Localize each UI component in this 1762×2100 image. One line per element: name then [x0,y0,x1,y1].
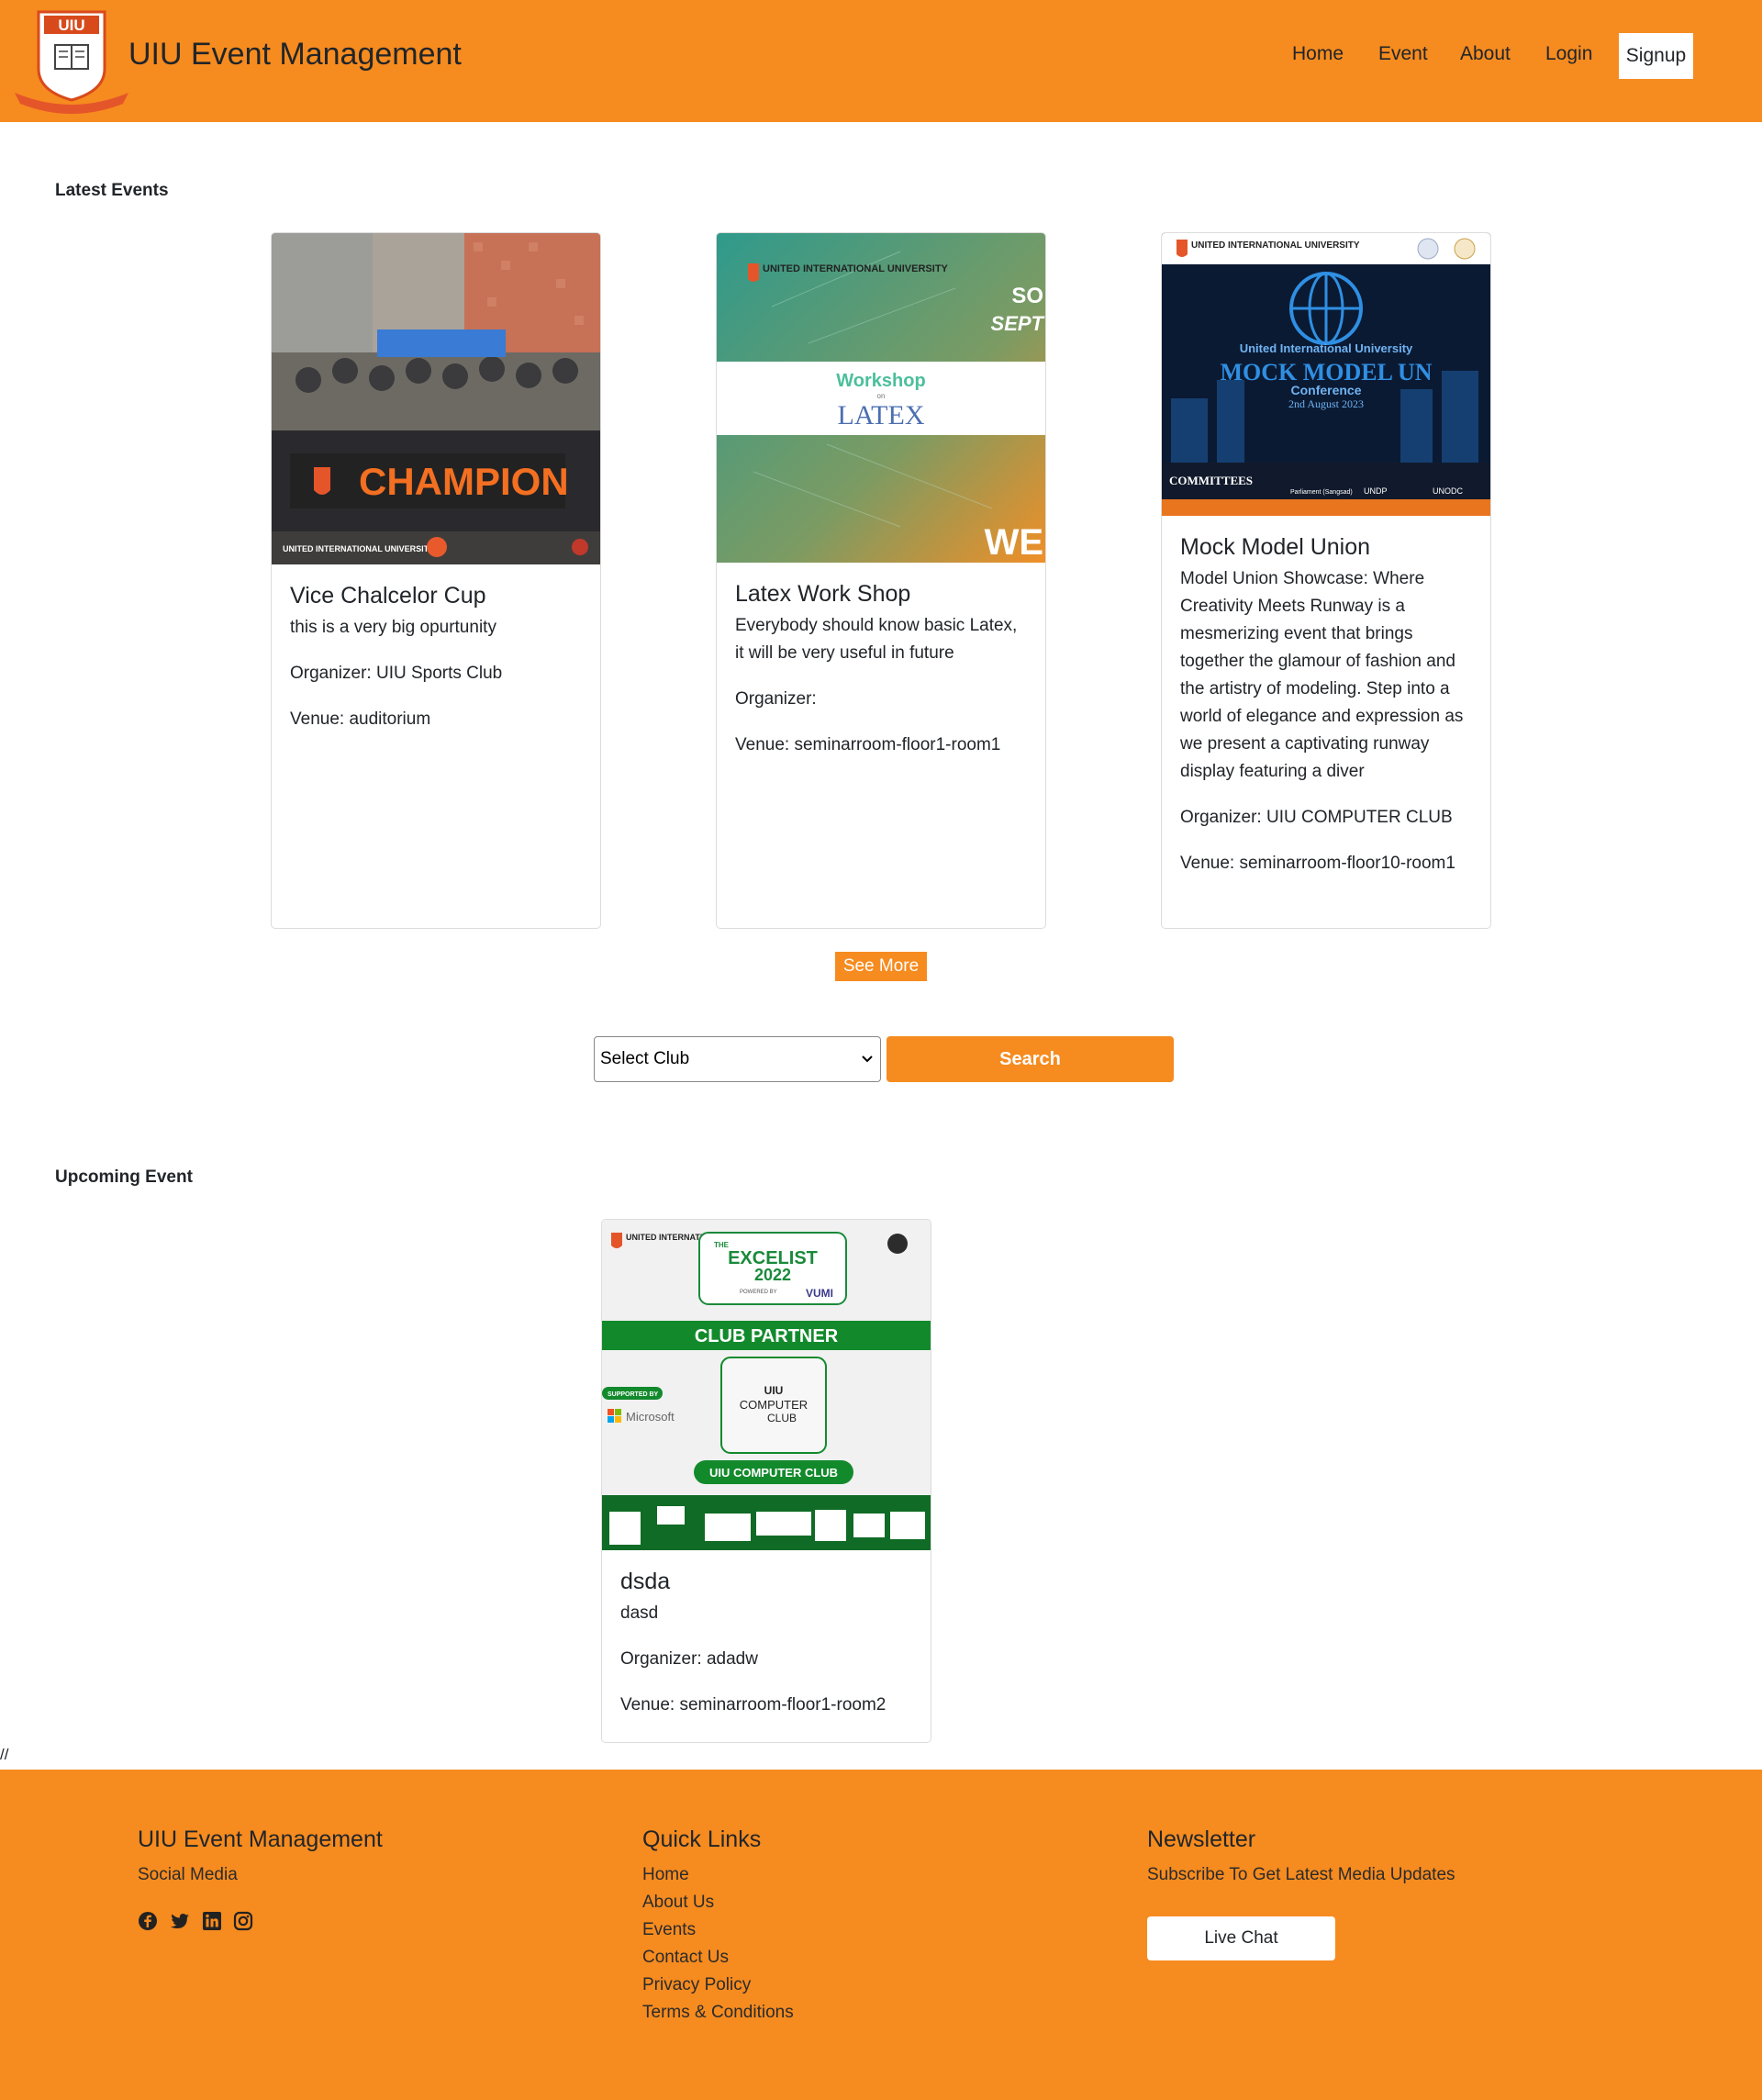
event-title[interactable]: Mock Model Union [1180,532,1474,562]
event-organizer: Organizer: UIU Sports Club [290,664,503,683]
footer-brand-title: UIU Event Management [138,1826,383,1852]
image-microsoft-text: Microsoft [626,1410,675,1424]
search-button[interactable]: Search [887,1036,1174,1082]
image-champion-text: CHAMPION [359,460,569,503]
event-organizer: Organizer: UIU COMPUTER CLUB [1180,808,1453,827]
image-line3: Conference [1290,383,1361,397]
footer-social-label: Social Media [138,1865,238,1884]
event-description: this is a very big opurtunity [290,618,496,637]
event-venue: Venue: seminarroom-floor1-room1 [735,735,1001,754]
image-club-text: CLUB [767,1412,797,1424]
event-description: dasd [620,1603,659,1623]
see-more-button[interactable]: See More [835,952,927,981]
footer-link-about[interactable]: About Us [642,1893,714,1913]
upcoming-event-heading: Upcoming Event [55,1167,193,1187]
footer-link-events[interactable]: Events [642,1920,696,1940]
image-latex-text: LATEX [838,400,925,430]
uiu-logo[interactable]: UIU [13,8,130,114]
event-title[interactable]: Latex Work Shop [735,579,1029,609]
event-card-body: Vice Chalcelor Cup this is a very big op… [290,581,584,733]
event-card-body: dsda dasd Organizer: adadw Venue: semina… [620,1567,914,1719]
image-line2: MOCK MODEL UN [1220,359,1432,385]
live-chat-button[interactable]: Live Chat [1147,1916,1335,1960]
nav-about[interactable]: About [1460,43,1511,65]
club-select[interactable]: Select Club [594,1036,881,1082]
image-on-text: on [877,392,886,400]
footer-quick-links-title: Quick Links [642,1826,762,1852]
event-card-body: Latex Work Shop Everybody should know ba… [735,579,1029,759]
instagram-icon[interactable] [233,1911,253,1931]
image-committee-2: UNDP [1364,486,1388,496]
svg-text:UIU: UIU [58,17,84,34]
event-title[interactable]: dsda [620,1567,914,1596]
image-club-partner-text: CLUB PARTNER [695,1326,839,1346]
event-image: UNITED INTERNATIONAL UNIVERSITY United I… [1162,233,1490,516]
image-badge-text: UNITED INTERNATIONAL UNIVERSITY [763,263,949,274]
twitter-icon[interactable] [170,1911,190,1931]
nav-login[interactable]: Login [1545,43,1592,65]
image-line1: United International University [1240,341,1413,355]
event-card[interactable]: UNITED INTERNATIONAL UNIVERSITY Workshop… [716,232,1046,929]
linkedin-icon[interactable] [202,1911,222,1931]
image-badge-text: UNITED INTERNATIONAL UNIVERSITY [1191,240,1360,251]
image-corner-mid: SEPT [991,312,1045,335]
chevron-down-icon [862,1056,873,1063]
image-club-name-text: UIU COMPUTER CLUB [709,1466,838,1480]
event-description: Model Union Showcase: Where Creativity M… [1180,569,1464,781]
image-uiu-text: UIU [764,1384,784,1397]
event-venue: Venue: auditorium [290,709,431,729]
stray-text: // [0,1746,9,1763]
event-organizer: Organizer: adadw [620,1649,758,1669]
nav-home[interactable]: Home [1292,43,1344,65]
image-badge-text: UNITED INTERNATIONAL UNIVERSITY [283,544,434,553]
image-year-text: 2022 [754,1266,791,1284]
event-card[interactable]: UNITED INTERNATIONAL UNIVERSITY THE EXCE… [601,1219,931,1743]
image-corner-bottom: WE [985,522,1043,563]
top-navbar: UIU UIU Event Management Home Event Abou… [0,0,1762,122]
image-supported-text: SUPPORTED BY [608,1391,659,1398]
image-computer-text: COMPUTER [740,1398,808,1412]
event-organizer: Organizer: [735,689,817,709]
facebook-icon[interactable] [138,1911,158,1931]
latest-events-heading: Latest Events [55,181,169,200]
event-image: UNITED INTERNATIONAL UNIVERSITY Workshop… [717,233,1045,563]
event-title[interactable]: Vice Chalcelor Cup [290,581,584,610]
club-select-value: Select Club [600,1049,690,1068]
event-card[interactable]: UNITED INTERNATIONAL UNIVERSITY United I… [1161,232,1491,929]
event-image: CHAMPION UNITED INTERNATIONAL UNIVERSITY [272,233,600,564]
footer-link-home[interactable]: Home [642,1865,689,1885]
event-card[interactable]: CHAMPION UNITED INTERNATIONAL UNIVERSITY… [271,232,601,929]
event-venue: Venue: seminarroom-floor10-room1 [1180,854,1455,873]
event-image: UNITED INTERNATIONAL UNIVERSITY THE EXCE… [602,1220,931,1550]
footer-link-privacy[interactable]: Privacy Policy [642,1975,751,1995]
footer: UIU Event Management Social Media Quick … [0,1770,1762,2100]
footer-newsletter-title: Newsletter [1147,1826,1256,1852]
image-committee-3: UNODC [1433,486,1463,496]
event-description: Everybody should know basic Latex, it wi… [735,616,1018,663]
nav-event[interactable]: Event [1378,43,1428,65]
image-vumi-text: VUMI [806,1287,833,1300]
brand-title[interactable]: UIU Event Management [128,37,462,73]
nav-signup-button[interactable]: Signup [1619,33,1693,79]
image-corner-top: SO [1011,284,1043,308]
footer-link-contact[interactable]: Contact Us [642,1948,729,1968]
image-committees: COMMITTEES [1169,474,1253,487]
footer-link-terms[interactable]: Terms & Conditions [642,2003,794,2023]
image-workshop-text: Workshop [836,371,925,391]
image-powered-text: POWERED BY [740,1290,777,1295]
event-card-body: Mock Model Union Model Union Showcase: W… [1180,532,1474,877]
image-committee-1: Parliament (Sangsad) [1290,489,1353,496]
event-venue: Venue: seminarroom-floor1-room2 [620,1695,887,1715]
footer-newsletter-subtitle: Subscribe To Get Latest Media Updates [1147,1865,1455,1884]
image-line4: 2nd August 2023 [1288,397,1364,410]
